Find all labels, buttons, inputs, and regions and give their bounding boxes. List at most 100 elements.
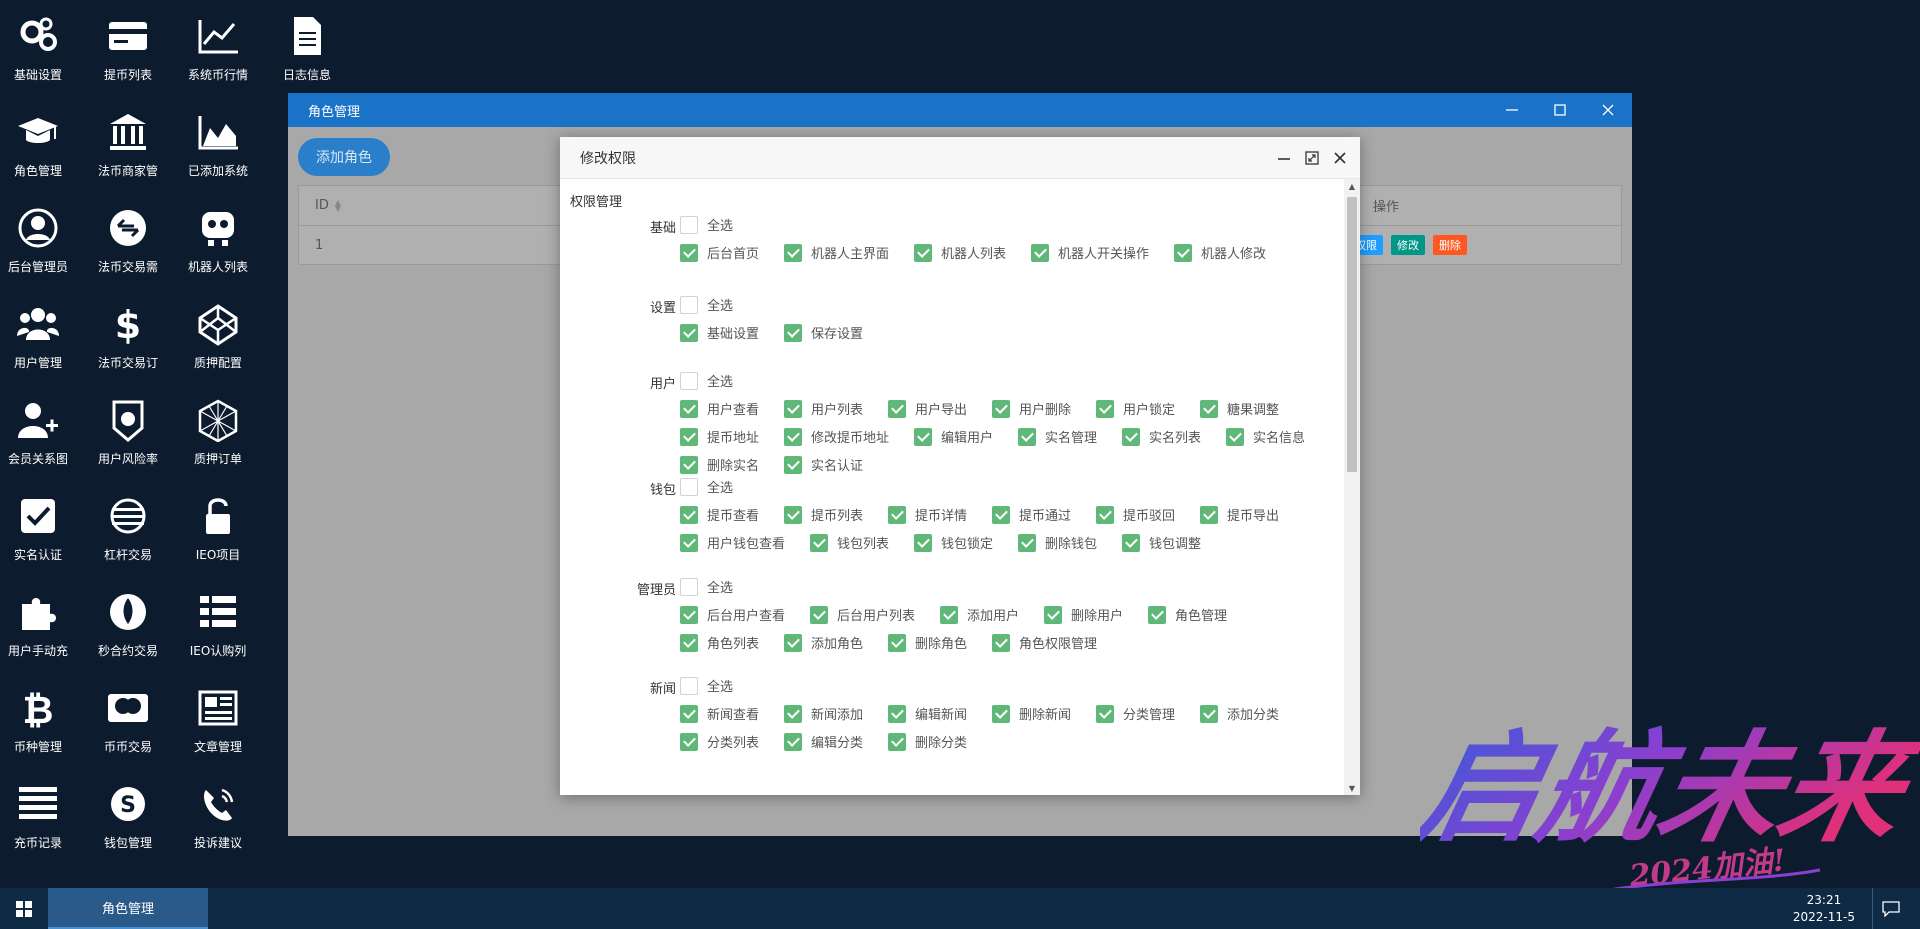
permission-checkbox[interactable]: 添加用户 — [940, 605, 1019, 624]
permission-checkbox[interactable]: 编辑分类 — [784, 732, 863, 751]
checkbox-checked-icon[interactable] — [784, 243, 802, 262]
permission-checkbox[interactable]: 机器人开关操作 — [1031, 243, 1149, 262]
checkbox-checked-icon[interactable] — [680, 505, 698, 524]
permission-checkbox[interactable]: 分类管理 — [1096, 704, 1175, 723]
permission-checkbox[interactable]: 用户删除 — [992, 399, 1071, 418]
edit-button[interactable]: 修改 — [1391, 235, 1425, 255]
checkbox-checked-icon[interactable] — [1096, 505, 1114, 524]
permission-checkbox[interactable]: 后台用户查看 — [680, 605, 785, 624]
checkbox-checked-icon[interactable] — [784, 323, 802, 342]
permission-checkbox[interactable]: 钱包列表 — [810, 533, 889, 552]
permission-checkbox[interactable]: 机器人主界面 — [784, 243, 889, 262]
checkbox-checked-icon[interactable] — [784, 505, 802, 524]
select-all-checkbox[interactable]: 全选 — [680, 371, 733, 390]
start-button[interactable] — [0, 888, 48, 929]
desktop-icon-rebel[interactable]: 秒合约交易 — [83, 576, 173, 664]
permission-checkbox[interactable]: 提币导出 — [1200, 505, 1279, 524]
permission-checkbox[interactable]: 删除新闻 — [992, 704, 1071, 723]
checkbox-checked-icon[interactable] — [784, 732, 802, 751]
checkbox-checked-icon[interactable] — [784, 633, 802, 652]
checkbox-checked-icon[interactable] — [914, 243, 932, 262]
permission-checkbox[interactable]: 新闻查看 — [680, 704, 759, 723]
checkbox-checked-icon[interactable] — [810, 605, 828, 624]
checkbox-checked-icon[interactable] — [680, 704, 698, 723]
checkbox-checked-icon[interactable] — [1200, 399, 1218, 418]
checkbox-checked-icon[interactable] — [914, 427, 932, 446]
minimize-button[interactable] — [1488, 93, 1536, 127]
desktop-icon-line-chart[interactable]: 系统币行情 — [173, 0, 263, 88]
permission-checkbox[interactable]: 角色管理 — [1148, 605, 1227, 624]
desktop-icon-codepen[interactable]: 质押配置 — [173, 288, 263, 376]
desktop-icon-dollar[interactable]: $ 法币交易订 — [83, 288, 173, 376]
checkbox-checked-icon[interactable] — [680, 633, 698, 652]
permission-checkbox[interactable]: 基础设置 — [680, 323, 759, 342]
permission-checkbox[interactable]: 提币列表 — [784, 505, 863, 524]
permission-checkbox[interactable]: 编辑用户 — [914, 427, 993, 446]
desktop-icon-gears[interactable]: 基础设置 — [0, 0, 83, 88]
checkbox-unchecked-icon[interactable] — [680, 577, 698, 596]
permission-checkbox[interactable]: 分类列表 — [680, 732, 759, 751]
select-all-checkbox[interactable]: 全选 — [680, 295, 733, 314]
permission-checkbox[interactable]: 实名管理 — [1018, 427, 1097, 446]
checkbox-checked-icon[interactable] — [1096, 399, 1114, 418]
permission-checkbox[interactable]: 实名认证 — [784, 455, 863, 474]
desktop-icon-bank[interactable]: 法币商家管 — [83, 96, 173, 184]
desktop-icon-skype[interactable]: S 钱包管理 — [83, 768, 173, 856]
permission-checkbox[interactable]: 提币通过 — [992, 505, 1071, 524]
checkbox-checked-icon[interactable] — [1122, 427, 1140, 446]
permission-checkbox[interactable]: 钱包锁定 — [914, 533, 993, 552]
checkbox-checked-icon[interactable] — [1226, 427, 1244, 446]
checkbox-checked-icon[interactable] — [1096, 704, 1114, 723]
notification-button[interactable] — [1872, 888, 1908, 929]
checkbox-checked-icon[interactable] — [992, 704, 1010, 723]
desktop-icon-document[interactable]: 日志信息 — [262, 0, 352, 88]
desktop-icon-graduation-cap[interactable]: 角色管理 — [0, 96, 83, 184]
desktop-icon-exchange[interactable]: 法币交易需 — [83, 192, 173, 280]
permission-checkbox[interactable]: 机器人修改 — [1174, 243, 1266, 262]
modal-close-button[interactable] — [1330, 148, 1350, 168]
checkbox-checked-icon[interactable] — [1018, 427, 1036, 446]
select-all-checkbox[interactable]: 全选 — [680, 676, 733, 695]
permission-checkbox[interactable]: 添加角色 — [784, 633, 863, 652]
desktop-icon-users[interactable]: 用户管理 — [0, 288, 83, 376]
checkbox-checked-icon[interactable] — [888, 704, 906, 723]
permission-checkbox[interactable]: 用户导出 — [888, 399, 967, 418]
desktop-icon-user-plus[interactable]: 会员关系图 — [0, 384, 83, 472]
permission-checkbox[interactable]: 后台首页 — [680, 243, 759, 262]
checkbox-checked-icon[interactable] — [680, 533, 698, 552]
checkbox-checked-icon[interactable] — [888, 633, 906, 652]
checkbox-checked-icon[interactable] — [784, 455, 802, 474]
checkbox-checked-icon[interactable] — [680, 732, 698, 751]
checkbox-checked-icon[interactable] — [680, 427, 698, 446]
checkbox-checked-icon[interactable] — [992, 633, 1010, 652]
sort-icon[interactable]: ▲ ▼ — [335, 198, 341, 212]
checkbox-unchecked-icon[interactable] — [680, 295, 698, 314]
checkbox-checked-icon[interactable] — [1018, 533, 1036, 552]
permission-checkbox[interactable]: 用户查看 — [680, 399, 759, 418]
checkbox-checked-icon[interactable] — [680, 605, 698, 624]
maximize-button[interactable] — [1536, 93, 1584, 127]
desktop-icon-shield[interactable]: 用户风险率 — [83, 384, 173, 472]
checkbox-checked-icon[interactable] — [914, 533, 932, 552]
permission-checkbox[interactable]: 机器人列表 — [914, 243, 1006, 262]
permission-checkbox[interactable]: 提币详情 — [888, 505, 967, 524]
checkbox-checked-icon[interactable] — [992, 399, 1010, 418]
checkbox-checked-icon[interactable] — [784, 399, 802, 418]
desktop-icon-mastercard[interactable]: 币币交易 — [83, 672, 173, 760]
desktop-icon-phone[interactable]: 投诉建议 — [173, 768, 263, 856]
checkbox-checked-icon[interactable] — [888, 505, 906, 524]
checkbox-checked-icon[interactable] — [1200, 505, 1218, 524]
permission-checkbox[interactable]: 用户列表 — [784, 399, 863, 418]
window-title[interactable]: 角色管理 — [288, 93, 1632, 127]
permission-checkbox[interactable]: 提币驳回 — [1096, 505, 1175, 524]
checkbox-checked-icon[interactable] — [888, 399, 906, 418]
desktop-icon-list[interactable]: IEO认购列 — [173, 576, 263, 664]
permission-checkbox[interactable]: 新闻添加 — [784, 704, 863, 723]
checkbox-checked-icon[interactable] — [810, 533, 828, 552]
modal-scrollbar[interactable]: ▲ ▼ — [1344, 179, 1360, 795]
checkbox-checked-icon[interactable] — [992, 505, 1010, 524]
desktop-icon-unlock[interactable]: IEO项目 — [173, 480, 263, 568]
checkbox-unchecked-icon[interactable] — [680, 371, 698, 390]
desktop-icon-check-square[interactable]: 实名认证 — [0, 480, 83, 568]
system-clock[interactable]: 23:21 2022-11-5 — [1793, 892, 1855, 926]
